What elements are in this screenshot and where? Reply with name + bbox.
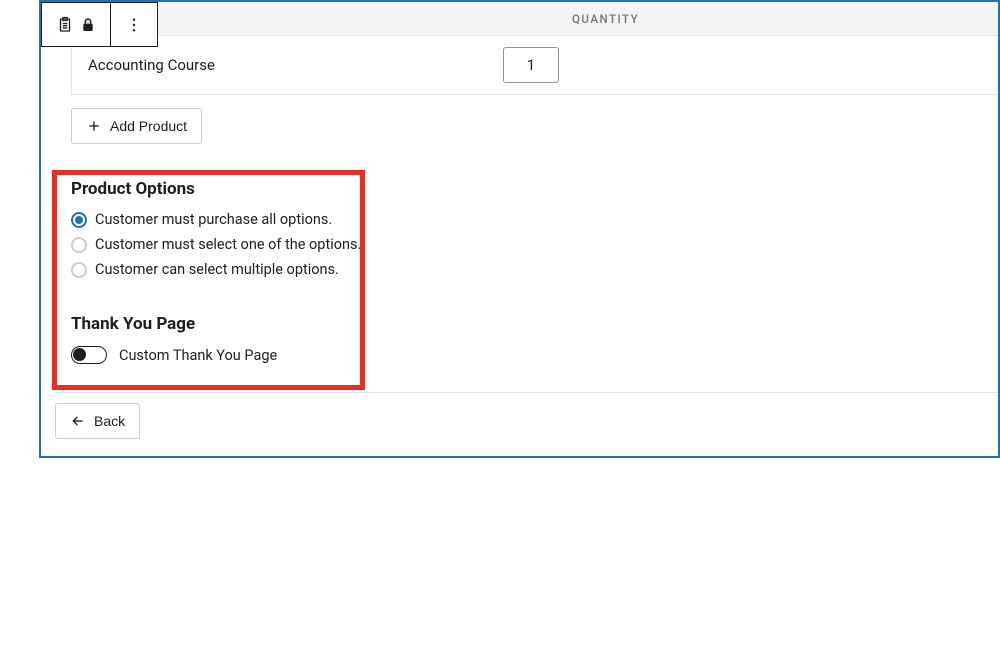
radio-label: Customer must purchase all options.	[95, 211, 332, 228]
product-options-section: Product Options Customer must purchase a…	[41, 157, 998, 278]
toggle-label: Custom Thank You Page	[119, 347, 277, 364]
plus-icon	[86, 118, 102, 134]
quantity-input[interactable]: 1	[503, 47, 559, 83]
toolbar-group-icons	[42, 3, 111, 46]
toolbar-more-options[interactable]	[111, 3, 157, 46]
radio-unselected-icon	[71, 262, 87, 278]
radio-label: Customer can select multiple options.	[95, 261, 339, 278]
table-header: QUANTITY	[41, 2, 998, 36]
editor-block-frame: QUANTITY Accounting Course 1 Add Product…	[39, 0, 1000, 458]
product-options-heading: Product Options	[71, 179, 998, 199]
arrow-left-icon	[70, 413, 86, 429]
toggle-knob-icon	[73, 348, 86, 361]
radio-option-multi[interactable]: Customer can select multiple options.	[71, 261, 998, 278]
dots-vertical-icon	[125, 16, 143, 34]
quantity-column-header: QUANTITY	[572, 12, 639, 26]
back-button[interactable]: Back	[55, 403, 140, 439]
block-toolbar	[41, 2, 158, 47]
clipboard-icon[interactable]	[56, 16, 74, 34]
radio-label: Customer must select one of the options.	[95, 236, 361, 253]
radio-option-all[interactable]: Customer must purchase all options.	[71, 211, 998, 228]
thank-you-section: Thank You Page Custom Thank You Page	[41, 286, 998, 364]
radio-selected-icon	[71, 212, 87, 228]
thank-you-heading: Thank You Page	[71, 314, 998, 334]
lock-icon[interactable]	[80, 17, 96, 33]
add-product-button[interactable]: Add Product	[71, 108, 202, 144]
radio-option-one[interactable]: Customer must select one of the options.	[71, 236, 998, 253]
add-product-label: Add Product	[110, 118, 187, 134]
back-label: Back	[94, 413, 125, 429]
radio-unselected-icon	[71, 237, 87, 253]
block-footer: Back	[55, 392, 998, 439]
product-name-cell: Accounting Course	[88, 56, 503, 74]
table-row: Accounting Course 1	[72, 36, 998, 94]
block-content: QUANTITY Accounting Course 1 Add Product…	[41, 2, 998, 439]
custom-thank-you-toggle[interactable]	[71, 346, 107, 364]
